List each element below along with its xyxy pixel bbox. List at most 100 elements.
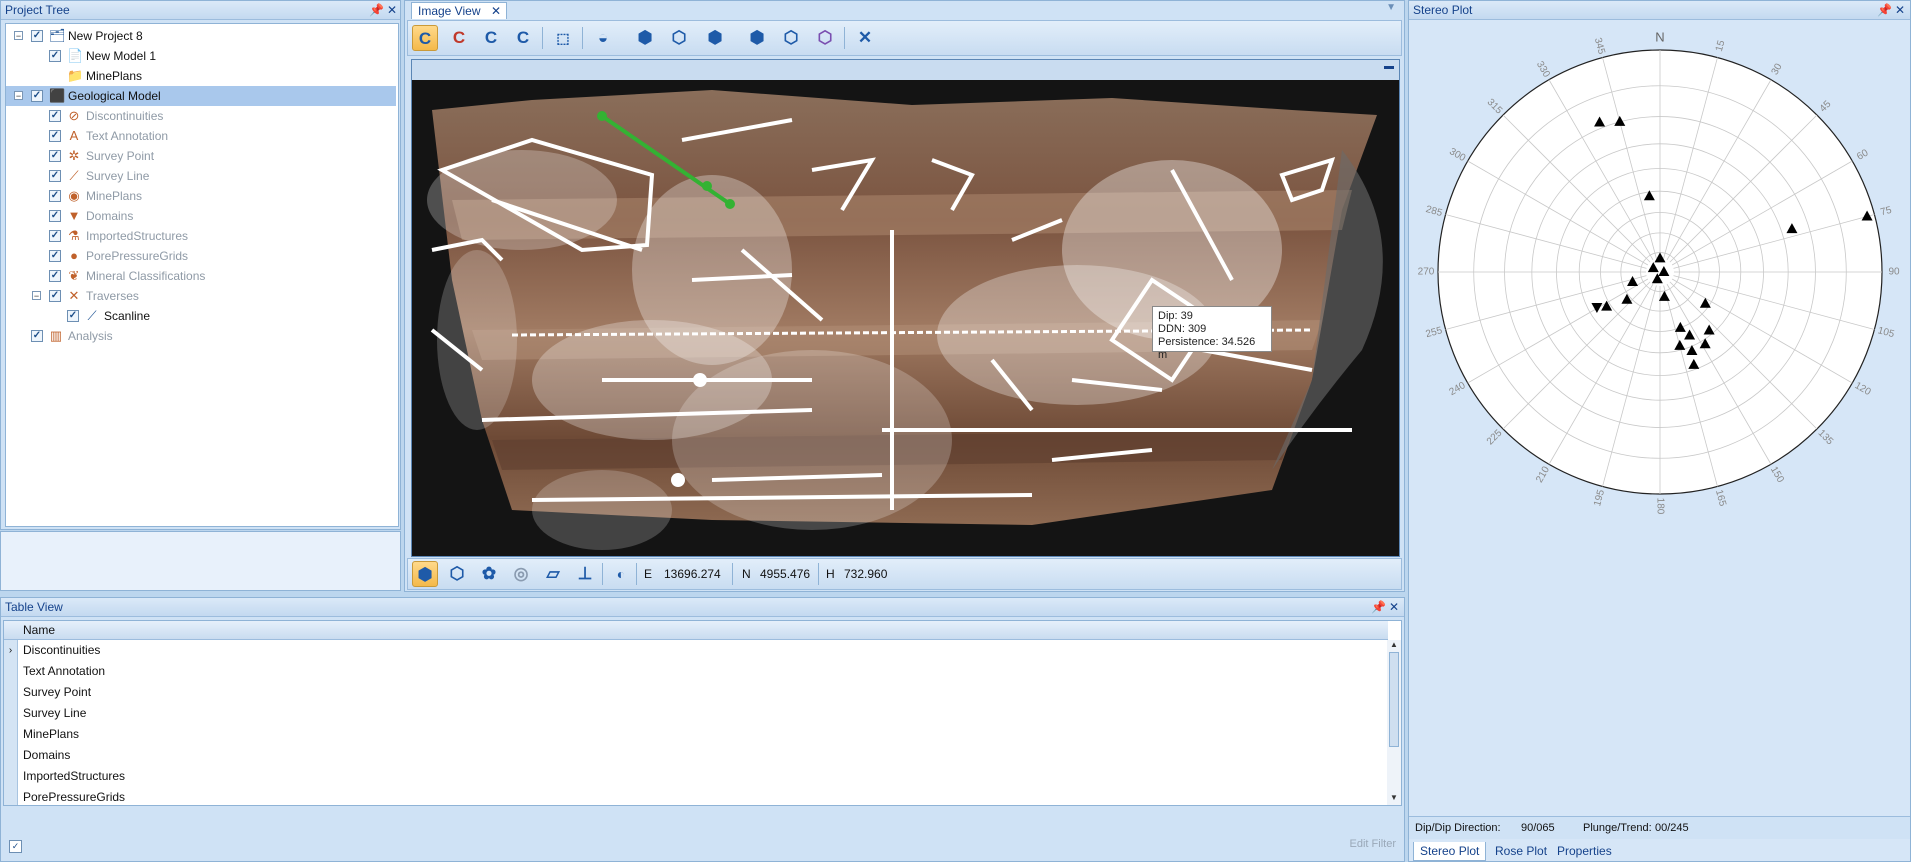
tree-item[interactable]: ✓ ● PorePressureGrids xyxy=(6,246,396,266)
tree-item[interactable]: ✓ 📄 New Model 1 xyxy=(6,46,396,66)
visibility-checkbox[interactable]: ✓ xyxy=(49,210,61,222)
table-row[interactable]: Domains xyxy=(4,745,1388,767)
tree-item[interactable]: ✓ ✲ Survey Point xyxy=(6,146,396,166)
selected-trace-handle[interactable] xyxy=(702,181,712,191)
filter-checkbox[interactable]: ✓ xyxy=(9,840,22,853)
table-row[interactable]: Text Annotation xyxy=(4,661,1388,683)
visibility-checkbox[interactable]: ✓ xyxy=(31,90,43,102)
visibility-checkbox[interactable]: ✓ xyxy=(31,330,43,342)
tree-item[interactable]: ✓ ⟋ Survey Line xyxy=(6,166,396,186)
expand-toggle-icon[interactable]: − xyxy=(32,291,41,301)
row-header[interactable] xyxy=(4,724,18,745)
tree-item[interactable]: ✓ ❦ Mineral Classifications xyxy=(6,266,396,286)
expand-toggle-icon[interactable]: − xyxy=(14,31,23,41)
tree-item[interactable]: ✓ ▥ Analysis xyxy=(6,326,396,346)
visibility-checkbox[interactable]: ✓ xyxy=(49,110,61,122)
view-left-icon[interactable]: ⬢ xyxy=(702,25,728,51)
visibility-checkbox[interactable]: ✓ xyxy=(49,170,61,182)
table-grid[interactable]: Name › Discontinuities Text Annotation Surv… xyxy=(3,620,1402,806)
rotate-horizontal-icon[interactable]: C xyxy=(446,25,472,51)
tree-item[interactable]: 📁 MinePlans xyxy=(6,66,396,86)
tab-close-icon[interactable]: ✕ xyxy=(491,3,501,20)
selected-trace-handle[interactable] xyxy=(597,111,607,121)
pin-icon[interactable]: 📌 xyxy=(369,1,384,19)
visibility-checkbox[interactable]: ✓ xyxy=(49,250,61,262)
tree-item[interactable]: ✓ A Text Annotation xyxy=(6,126,396,146)
tree-item[interactable]: ✓ ⟋ Scanline xyxy=(6,306,396,326)
tree-item[interactable]: − ✓ 🗂 New Project 8 xyxy=(6,26,396,46)
pin-icon[interactable]: 📌 xyxy=(1877,1,1892,19)
view-wireframe-icon[interactable]: ⬡ xyxy=(812,25,838,51)
tree-item[interactable]: − ✓ ⬛ Geological Model xyxy=(6,86,396,106)
project-tree[interactable]: − ✓ 🗂 New Project 8 ✓ 📄 New Model 1 📁 MinePlans −… xyxy=(5,23,399,527)
visibility-checkbox[interactable]: ✓ xyxy=(67,310,79,322)
column-header-name[interactable]: Name xyxy=(23,621,55,639)
wire-cube-icon[interactable]: ⬡ xyxy=(444,561,470,587)
table-row[interactable]: MinePlans xyxy=(4,724,1388,746)
stand-icon[interactable]: ⊥ xyxy=(572,561,598,587)
row-header[interactable]: › xyxy=(4,640,18,661)
row-header[interactable] xyxy=(4,703,18,724)
table-scrollbar[interactable]: ▲ ▼ xyxy=(1387,640,1401,805)
visibility-checkbox[interactable]: ✓ xyxy=(49,190,61,202)
scroll-down-icon[interactable]: ▼ xyxy=(1387,793,1401,805)
visibility-checkbox[interactable]: ✓ xyxy=(49,50,61,62)
tab-stereo-plot[interactable]: Stereo Plot xyxy=(1413,842,1487,861)
rotate-vertical-icon[interactable]: C xyxy=(478,25,504,51)
table-row[interactable]: Survey Point xyxy=(4,682,1388,704)
edit-filter-link[interactable]: Edit Filter xyxy=(1350,838,1396,850)
view-front-icon[interactable]: ⬢ xyxy=(632,25,658,51)
expand-toggle-icon[interactable]: − xyxy=(14,91,23,101)
tree-node-icon: 📄 xyxy=(67,48,84,63)
visibility-checkbox[interactable]: ✓ xyxy=(49,270,61,282)
tree-item[interactable]: ✓ ▼ Domains xyxy=(6,206,396,226)
table-row[interactable]: Survey Line xyxy=(4,703,1388,725)
visibility-checkbox[interactable]: ✓ xyxy=(31,30,43,42)
table-row[interactable]: › Discontinuities xyxy=(4,640,1388,662)
close-icon[interactable]: ✕ xyxy=(1389,598,1399,616)
tree-item[interactable]: − ✓ ✕ Traverses xyxy=(6,286,396,306)
scroll-thumb[interactable] xyxy=(1389,652,1399,747)
visibility-checkbox[interactable]: ✓ xyxy=(49,130,61,142)
image-viewport[interactable]: ▬ Dip: 39 DDN: 309 Persistence: 34.526 m xyxy=(411,59,1400,557)
visibility-checkbox[interactable]: ✓ xyxy=(49,290,61,302)
close-icon[interactable]: ✕ xyxy=(387,1,397,19)
selected-trace-handle[interactable] xyxy=(725,199,735,209)
view-top-icon[interactable]: ◒ xyxy=(590,25,616,51)
row-header[interactable] xyxy=(4,682,18,703)
visibility-checkbox[interactable]: ✓ xyxy=(49,230,61,242)
rotate-free-icon[interactable]: C xyxy=(510,25,536,51)
table-row[interactable]: PorePressureGrids xyxy=(4,787,1388,805)
plane-icon[interactable]: ⏥ xyxy=(540,561,566,587)
table-row[interactable]: ImportedStructures xyxy=(4,766,1388,788)
table-header[interactable]: Name xyxy=(4,621,1388,640)
contrast-icon[interactable]: ◐ xyxy=(608,561,634,587)
tab-properties[interactable]: Properties xyxy=(1551,842,1618,860)
close-icon[interactable]: ✕ xyxy=(1895,1,1905,19)
stereo-status-bar: Dip/Dip Direction: 90/065 Plunge/Trend: … xyxy=(1409,816,1910,839)
view-right-icon[interactable]: ⬢ xyxy=(744,25,770,51)
scroll-up-icon[interactable]: ▲ xyxy=(1387,640,1401,652)
target-icon[interactable]: ◎ xyxy=(508,561,534,587)
tree-item[interactable]: ✓ ⚗ ImportedStructures xyxy=(6,226,396,246)
panel-menu-icon[interactable]: ▼ xyxy=(1386,2,1396,13)
row-header[interactable] xyxy=(4,787,18,805)
zoom-extents-icon[interactable]: ⬚ xyxy=(550,25,576,51)
tree-item[interactable]: ✓ ◉ MinePlans xyxy=(6,186,396,206)
row-header[interactable] xyxy=(4,766,18,787)
pin-icon[interactable]: 📌 xyxy=(1371,598,1386,616)
tree-item[interactable]: ✓ ⊘ Discontinuities xyxy=(6,106,396,126)
row-header[interactable] xyxy=(4,745,18,766)
tab-rose-plot[interactable]: Rose Plot xyxy=(1489,842,1553,860)
stereonet[interactable]: 15 30 45 60 75 90 105 120 135 150 165 180 195 210 225 2… xyxy=(1409,21,1909,541)
maximize-icon[interactable]: ▬ xyxy=(1384,61,1394,72)
view-back-icon[interactable]: ⬡ xyxy=(666,25,692,51)
solid-cube-icon[interactable]: ⬢ xyxy=(412,561,438,587)
row-header[interactable] xyxy=(4,661,18,682)
view-iso-icon[interactable]: ⬡ xyxy=(778,25,804,51)
visibility-checkbox[interactable]: ✓ xyxy=(49,150,61,162)
rotate-tool-icon[interactable]: C xyxy=(412,25,438,51)
cluster-icon[interactable]: ✿ xyxy=(476,561,502,587)
image-view-tab[interactable]: Image View ✕ xyxy=(411,2,507,19)
clear-icon[interactable]: ✕ xyxy=(852,25,878,51)
